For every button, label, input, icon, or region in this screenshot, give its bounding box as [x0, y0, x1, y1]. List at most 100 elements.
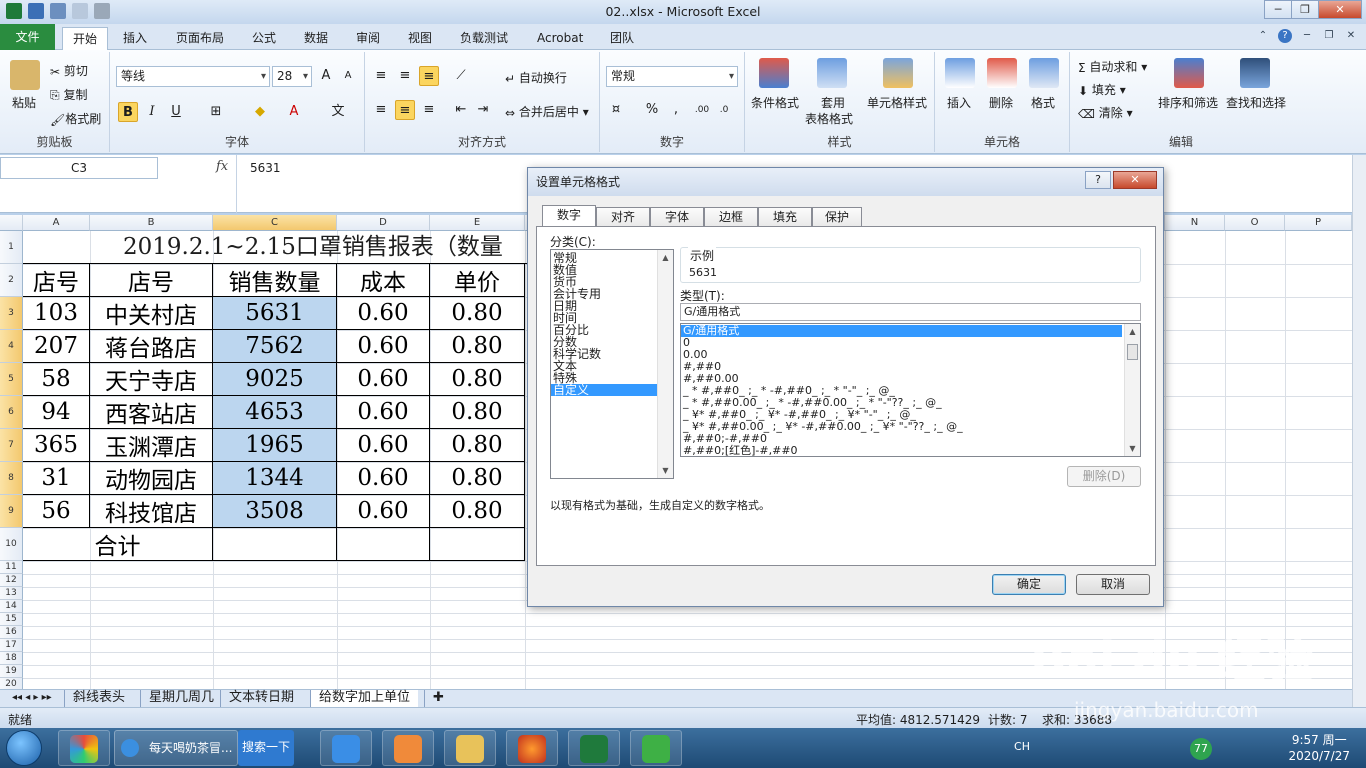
format-item[interactable]: G/通用格式 [681, 325, 1122, 337]
data-cell[interactable]: 207 [23, 330, 90, 363]
row-header[interactable]: 17 [0, 639, 23, 652]
doc-restore-icon[interactable]: ❐ [1322, 29, 1336, 43]
data-cell[interactable]: 0.80 [430, 330, 525, 363]
col-header-c[interactable]: C [213, 215, 337, 231]
data-cell[interactable]: 0.60 [337, 363, 430, 396]
data-cell[interactable]: 7562 [213, 330, 337, 363]
underline-button[interactable]: U [166, 102, 186, 122]
select-all-corner[interactable] [0, 215, 23, 231]
row-header[interactable]: 18 [0, 652, 23, 665]
data-cell[interactable]: 1965 [213, 429, 337, 462]
row-header[interactable]: 11 [0, 561, 23, 574]
percent-button[interactable]: % [642, 100, 662, 120]
taskbar-app-3[interactable] [382, 730, 434, 766]
bold-button[interactable]: B [118, 102, 138, 122]
minimize-ribbon-icon[interactable]: ⌃ [1256, 29, 1270, 43]
sheet-tab-4[interactable]: 给数字加上单位 [310, 690, 419, 707]
header-cell[interactable]: 成本 [337, 264, 430, 297]
data-cell[interactable]: 0.60 [337, 429, 430, 462]
data-cell[interactable]: 蒋台路店 [90, 330, 213, 363]
row-header[interactable]: 12 [0, 574, 23, 587]
data-cell[interactable]: 0.60 [337, 495, 430, 528]
find-select-button[interactable]: 查找和选择 [1226, 94, 1286, 111]
category-list[interactable]: 常规 数值 货币 会计专用 日期 时间 百分比 分数 科学记数 文本 特殊 自定义 ▲ ▼ [550, 249, 674, 479]
ok-button[interactable]: 确定 [992, 574, 1066, 595]
fill-button[interactable]: ⬇ 填充 ▾ [1078, 81, 1126, 98]
scroll-thumb[interactable] [1127, 344, 1138, 360]
tab-load-test[interactable]: 负载测试 [450, 27, 518, 50]
row-header[interactable]: 3 [0, 297, 23, 330]
align-top-button[interactable]: ≡ [371, 66, 391, 86]
comma-button[interactable]: , [666, 100, 686, 120]
scroll-down-icon[interactable]: ▼ [658, 463, 673, 478]
sort-filter-button[interactable]: 排序和筛选 [1158, 94, 1218, 111]
row-header[interactable]: 13 [0, 587, 23, 600]
decrease-decimal-button[interactable]: .0 [714, 100, 734, 120]
tray-language[interactable]: CH [1014, 740, 1030, 753]
row-header[interactable]: 2 [0, 264, 23, 297]
tab-formulas[interactable]: 公式 [242, 27, 286, 50]
tab-data[interactable]: 数据 [294, 27, 338, 50]
dialog-help-button[interactable]: ? [1085, 171, 1111, 189]
close-button[interactable]: ✕ [1318, 0, 1362, 19]
format-item[interactable]: 0 [681, 337, 1122, 349]
data-cell[interactable]: 0.80 [430, 429, 525, 462]
formula-input[interactable]: 5631 [250, 161, 281, 175]
data-cell[interactable]: 56 [23, 495, 90, 528]
tab-number[interactable]: 数字 [542, 205, 596, 228]
doc-close-icon[interactable]: ✕ [1344, 29, 1358, 43]
data-cell[interactable]: 0.80 [430, 462, 525, 495]
new-sheet-icon[interactable]: ✚ [424, 690, 452, 707]
tab-protection[interactable]: 保护 [812, 207, 862, 227]
vertical-scrollbar[interactable] [1352, 155, 1366, 707]
sheet-tab-2[interactable]: 星期几周几 [140, 690, 222, 707]
insert-cells-button[interactable]: 插入 [947, 94, 971, 111]
row-header[interactable]: 4 [0, 330, 23, 363]
data-cell[interactable]: 94 [23, 396, 90, 429]
delete-cells-button[interactable]: 删除 [989, 94, 1013, 111]
data-cell[interactable]: 天宁寺店 [90, 363, 213, 396]
increase-decimal-button[interactable]: .00 [692, 100, 712, 120]
tray-clock[interactable]: 9:57 周一 2020/7/27 [1288, 732, 1350, 764]
grow-font-button[interactable]: A [316, 66, 336, 86]
row-header[interactable]: 8 [0, 462, 23, 495]
data-cell[interactable]: 玉渊潭店 [90, 429, 213, 462]
col-header-a[interactable]: A [23, 215, 90, 231]
phonetic-button[interactable]: 文 [328, 102, 348, 122]
insert-function-button[interactable]: fx [216, 159, 228, 174]
header-cell[interactable]: 店号 [90, 264, 213, 297]
data-cell[interactable]: 0.60 [337, 330, 430, 363]
total-empty-cell[interactable] [337, 528, 430, 561]
data-cell[interactable]: 动物园店 [90, 462, 213, 495]
total-empty-cell[interactable] [430, 528, 525, 561]
data-cell[interactable]: 4653 [213, 396, 337, 429]
report-title-cell[interactable]: 2019.2.1~2.15口罩销售报表（数量 [23, 231, 563, 264]
data-cell[interactable]: 中关村店 [90, 297, 213, 330]
row-header[interactable]: 16 [0, 626, 23, 639]
format-item[interactable]: #,##0;[红色]-#,##0 [681, 445, 1122, 457]
decrease-indent-button[interactable]: ⇤ [451, 100, 471, 120]
data-cell[interactable]: 0.80 [430, 396, 525, 429]
currency-button[interactable]: ¤ [606, 100, 626, 120]
row-header[interactable]: 9 [0, 495, 23, 528]
sheet-tab-3[interactable]: 文本转日期 [220, 690, 302, 707]
data-cell[interactable]: 58 [23, 363, 90, 396]
font-color-button[interactable]: A [284, 102, 304, 122]
dialog-close-button[interactable]: ✕ [1113, 171, 1157, 189]
sheet-nav-buttons[interactable]: ◂◂ ◂ ▸ ▸▸ [4, 690, 60, 707]
sheet-tab-1[interactable]: 斜线表头 [64, 690, 133, 707]
col-header-o[interactable]: O [1225, 215, 1285, 231]
font-name-combo[interactable]: 等线 [116, 66, 270, 87]
data-cell[interactable]: 西客站店 [90, 396, 213, 429]
delete-format-button[interactable]: 删除(D) [1067, 466, 1141, 487]
tab-view[interactable]: 视图 [398, 27, 442, 50]
data-cell[interactable]: 0.80 [430, 297, 525, 330]
italic-button[interactable]: I [142, 102, 162, 122]
tab-file[interactable]: 文件 [0, 24, 55, 50]
orientation-button[interactable]: ⟋ [451, 66, 471, 86]
row-header[interactable]: 14 [0, 600, 23, 613]
align-right-button[interactable]: ≡ [419, 100, 439, 120]
row-header[interactable]: 1 [0, 231, 23, 264]
tab-border[interactable]: 边框 [704, 207, 758, 227]
col-header-e[interactable]: E [430, 215, 525, 231]
